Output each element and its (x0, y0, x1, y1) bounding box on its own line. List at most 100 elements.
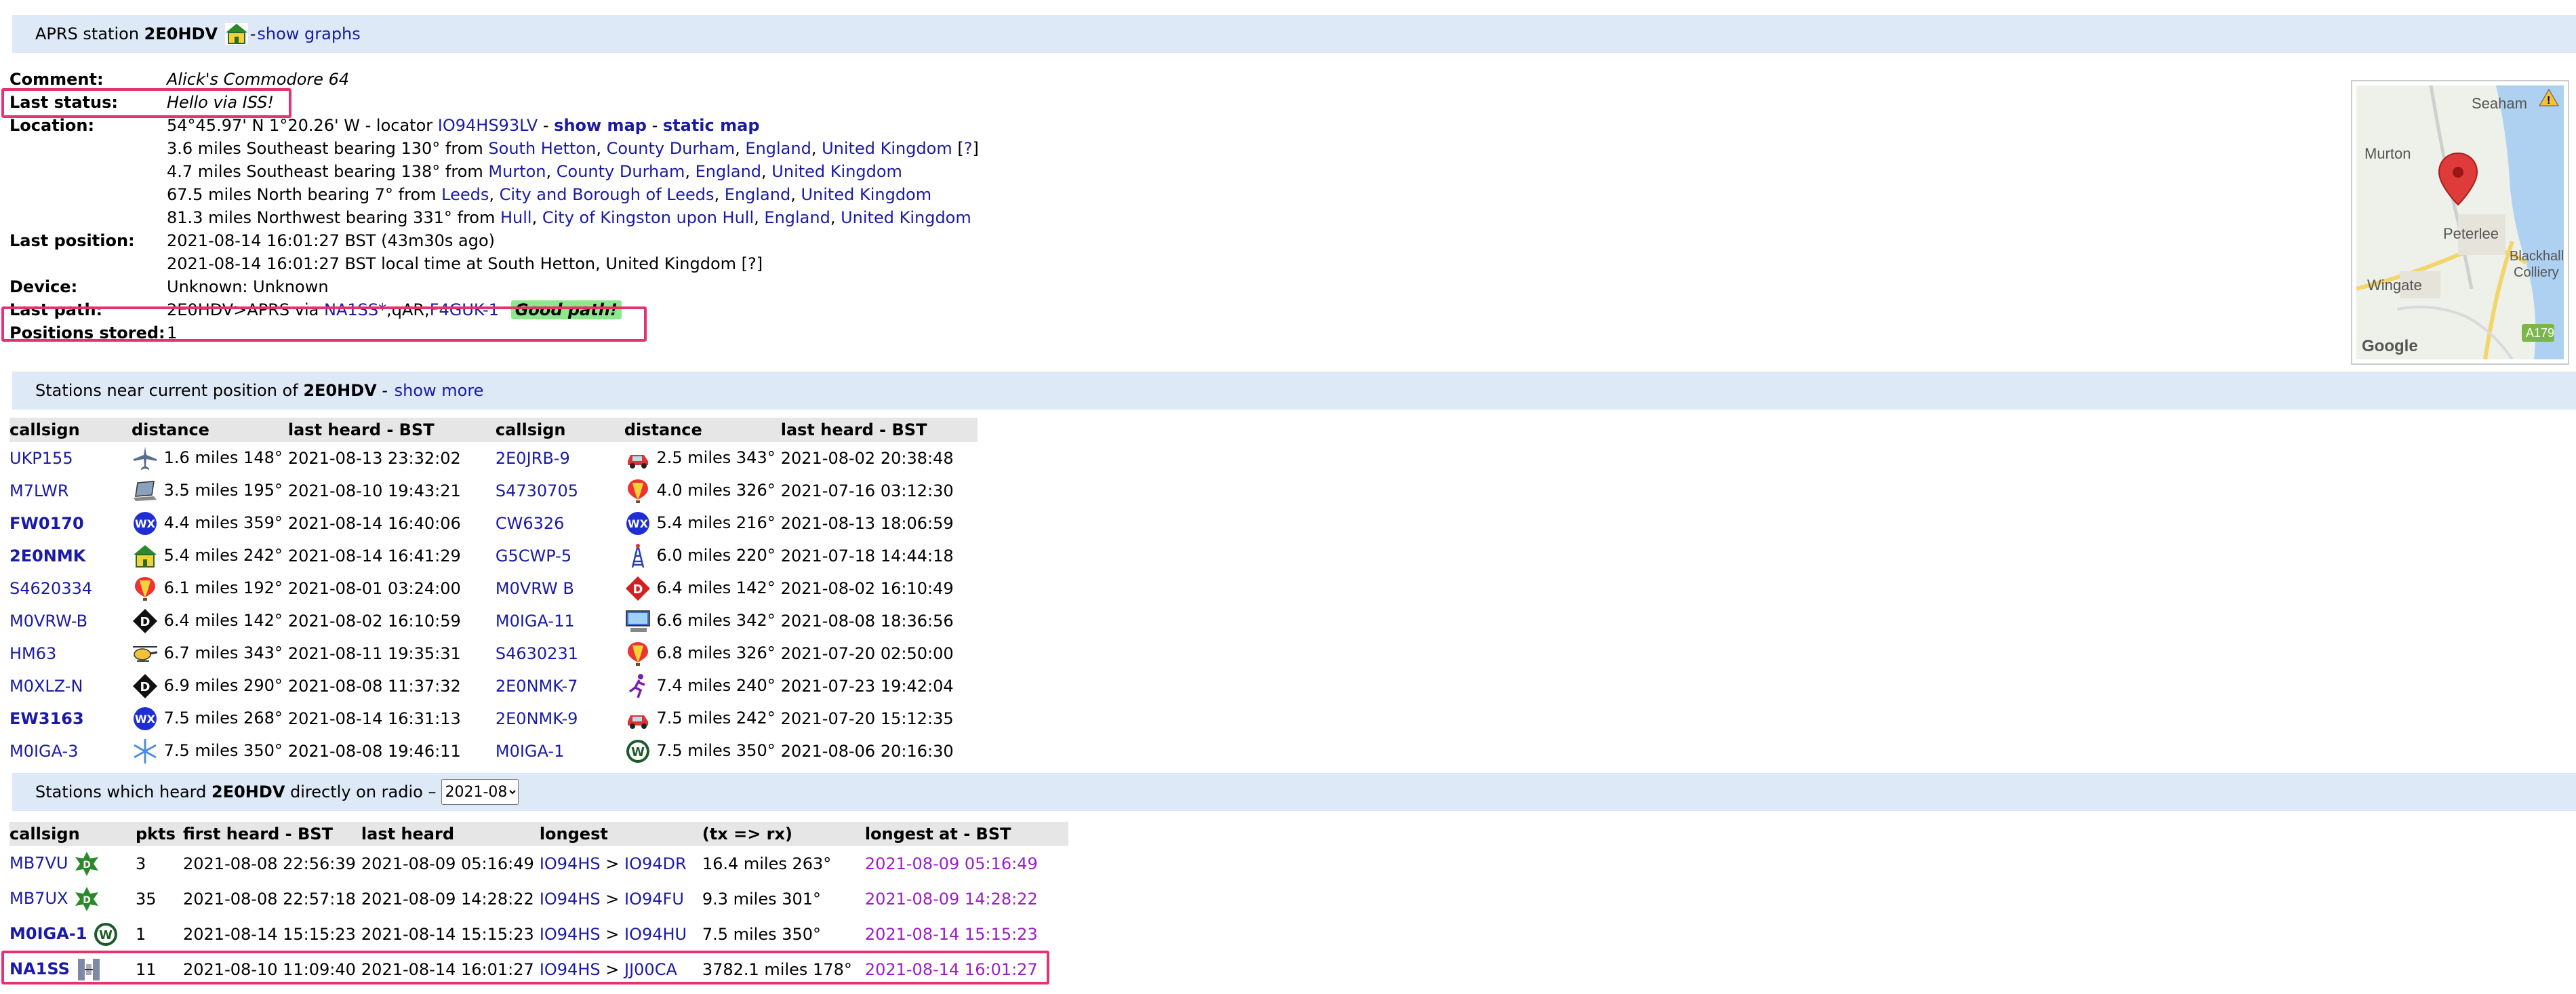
station-link[interactable]: EW3163 (9, 709, 84, 728)
show-map-link[interactable]: show map (554, 116, 647, 135)
callsign-cell[interactable]: M0IGA-1 (496, 735, 624, 768)
station-link[interactable]: CW6326 (496, 514, 565, 533)
callsign-cell[interactable]: UKP155 (9, 442, 132, 475)
callsign-cell[interactable]: M7LWR (9, 475, 132, 507)
last-heard-cell: 2021-08-09 05:16:49 (361, 854, 534, 873)
callsign-cell[interactable]: M0IGA-3 (9, 735, 132, 768)
callsign-cell[interactable]: S4730705 (496, 475, 624, 507)
callsign-cell[interactable]: M0IGA-1 W (9, 917, 136, 952)
rx-locator-link[interactable]: IO94FU (624, 890, 684, 909)
station-link[interactable]: S4730705 (496, 481, 578, 500)
callsign-cell[interactable]: CW6326 (496, 507, 624, 540)
callsign-cell[interactable]: M0VRW-B (9, 605, 132, 637)
station-link[interactable]: M0IGA-3 (9, 742, 78, 761)
callsign-cell[interactable]: HM63 (9, 637, 132, 670)
digi-star-icon: D (73, 850, 100, 877)
last-heard-cell: 2021-08-02 16:10:59 (287, 612, 461, 631)
station-link[interactable]: M0IGA-1 (496, 742, 564, 761)
tx-locator-link[interactable]: IO94HS (540, 925, 601, 944)
comment-value: Alick's Commodore 64 (167, 70, 350, 89)
map-label: Seaham (2472, 95, 2527, 112)
show-more-link[interactable]: show more (395, 381, 484, 400)
callsign-cell[interactable]: S4630231 (496, 637, 624, 670)
svg-text:D: D (140, 615, 150, 629)
station-link[interactable]: S4630231 (496, 644, 578, 663)
locator-link[interactable]: IO94HS93LV (438, 116, 538, 135)
loc-country-link[interactable]: United Kingdom (801, 185, 931, 204)
station-link[interactable]: UKP155 (9, 449, 73, 468)
callsign-cell[interactable]: M0IGA-11 (496, 605, 624, 637)
near-title: Stations near current position of (35, 381, 298, 400)
device-value: Unknown: Unknown (167, 277, 329, 296)
stations-heard-header: Stations which heard 2E0HDV directly on … (12, 773, 2576, 811)
station-link[interactable]: S4620334 (9, 579, 92, 598)
callsign-cell[interactable]: EW3163 (9, 702, 132, 735)
loc-county-link[interactable]: City and Borough of Leeds (500, 185, 715, 204)
callsign-cell[interactable]: 2E0NMK-9 (496, 702, 624, 735)
station-link[interactable]: M0VRW B (496, 579, 574, 598)
callsign-cell[interactable]: 2E0NMK (9, 540, 132, 572)
callsign-cell[interactable]: FW0170 (9, 507, 132, 540)
month-select[interactable]: 2021-08 (441, 779, 519, 805)
station-link[interactable]: 2E0NMK (9, 546, 85, 565)
station-link[interactable]: M0IGA-11 (496, 612, 575, 631)
last-heard-cell: 2021-08-10 19:43:21 (287, 481, 461, 500)
callsign-cell[interactable]: S4620334 (9, 572, 132, 605)
callsign-cell[interactable]: 2E0NMK-7 (496, 670, 624, 702)
distance-cell: 16.4 miles 263° (702, 854, 832, 873)
callsign-cell[interactable]: MB7VU D (9, 846, 136, 881)
rx-locator-link[interactable]: IO94HU (624, 925, 687, 944)
table-row: S4620334 6.1 miles 192° 2021-08-01 03:24:… (9, 572, 978, 605)
table-row: FW0170 WX 4.4 miles 359° 2021-08-14 16:40:… (9, 507, 978, 540)
last-status-highlight (1, 88, 291, 118)
static-map-link[interactable]: static map (663, 116, 760, 135)
station-link[interactable]: G5CWP-5 (496, 546, 571, 565)
rx-locator-link[interactable]: IO94DR (624, 854, 687, 873)
table-row: UKP155 1.6 miles 148° 2021-08-13 23:32:02… (9, 442, 978, 475)
loc-region-link[interactable]: England (696, 162, 761, 181)
static-map-thumbnail[interactable]: Seaham Murton Peterlee Blackhall Collier… (2351, 80, 2569, 365)
position-line-2: 2021-08-14 16:01:27 BST local time at So… (167, 254, 763, 273)
loc-region-link[interactable]: England (725, 185, 790, 204)
distance-text: 6.1 miles 192° (163, 578, 283, 597)
station-link[interactable]: 2E0NMK-7 (496, 677, 578, 696)
col-distance: distance (624, 418, 781, 442)
longest-cell: IO94HS > IO94FU (540, 881, 702, 917)
station-link[interactable]: FW0170 (9, 514, 84, 533)
station-link[interactable]: M0VRW-B (9, 612, 87, 631)
arrow-text: > (605, 890, 620, 909)
loc-place-link[interactable]: Leeds (441, 185, 489, 204)
tx-locator-link[interactable]: IO94HS (540, 890, 601, 909)
loc-place-link[interactable]: South Hetton (488, 139, 596, 158)
loc-country-link[interactable]: United Kingdom (841, 208, 971, 227)
tx-locator-link[interactable]: IO94HS (540, 854, 601, 873)
station-link[interactable]: M0XLZ-N (9, 677, 83, 696)
loc-place-link[interactable]: Murton (488, 162, 546, 181)
loc-county-link[interactable]: County Durham (607, 139, 736, 158)
show-graphs-link[interactable]: show graphs (257, 24, 360, 43)
callsign-cell[interactable]: 2E0JRB-9 (496, 442, 624, 475)
loc-country-link[interactable]: United Kingdom (771, 162, 902, 181)
loc-region-link[interactable]: England (764, 208, 830, 227)
loc-county-link[interactable]: City of Kingston upon Hull (542, 208, 754, 227)
station-link[interactable]: MB7VU (9, 854, 68, 873)
map-label: Blackhall (2510, 249, 2564, 264)
station-link[interactable]: 2E0NMK-9 (496, 709, 578, 728)
callsign-cell[interactable]: M0XLZ-N (9, 670, 132, 702)
loc-region-link[interactable]: England (745, 139, 811, 158)
loc-place-link[interactable]: Hull (500, 208, 532, 227)
callsign-cell[interactable]: MB7UX D (9, 881, 136, 917)
station-link[interactable]: MB7UX (9, 889, 68, 908)
longest-cell: IO94HS > IO94HU (540, 917, 702, 952)
station-link[interactable]: 2E0JRB-9 (496, 449, 570, 468)
station-link[interactable]: M7LWR (9, 481, 69, 500)
station-link[interactable]: M0IGA-1 (9, 924, 87, 943)
house-icon (132, 542, 159, 570)
na1ss-row-highlight (1, 951, 1049, 985)
station-link[interactable]: HM63 (9, 644, 56, 663)
loc-county-link[interactable]: County Durham (557, 162, 685, 181)
callsign-cell[interactable]: G5CWP-5 (496, 540, 624, 572)
loc-help-link[interactable]: ? (964, 139, 973, 158)
callsign-cell[interactable]: M0VRW B (496, 572, 624, 605)
loc-country-link[interactable]: United Kingdom (822, 139, 952, 158)
